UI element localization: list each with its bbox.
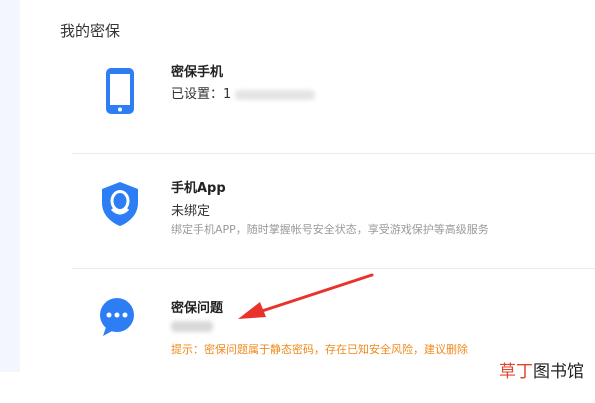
item-title-mobile-app: 手机App: [171, 181, 226, 196]
item-warning-security-question: 提示：密保问题属于静态密码，存在已知安全风险，建议删除: [171, 343, 468, 356]
item-title-secure-phone: 密保手机: [171, 65, 224, 80]
divider: [72, 268, 595, 269]
phone-icon: [106, 68, 134, 114]
chat-bubble-icon: [100, 298, 134, 336]
watermark-accent: 草丁: [499, 362, 533, 382]
phone-status-text: 已设置：1: [171, 87, 232, 102]
masked-question-status: [171, 321, 213, 332]
item-status-secure-phone: 已设置：1: [171, 83, 316, 102]
watermark: 草丁图书馆: [497, 357, 586, 382]
left-rail: [0, 0, 20, 372]
masked-phone-number: [235, 89, 316, 100]
item-status-security-question: [171, 319, 213, 334]
item-description-mobile-app: 绑定手机APP，随时掌握帐号安全状态，享受游戏保护等高级服务: [171, 223, 489, 236]
watermark-rest: 图书馆: [533, 362, 584, 382]
item-status-mobile-app: 未绑定: [171, 204, 211, 219]
page-title: 我的密保: [60, 22, 121, 40]
item-title-security-question: 密保问题: [171, 301, 224, 316]
shield-penguin-icon: [102, 182, 138, 226]
divider: [72, 153, 595, 154]
